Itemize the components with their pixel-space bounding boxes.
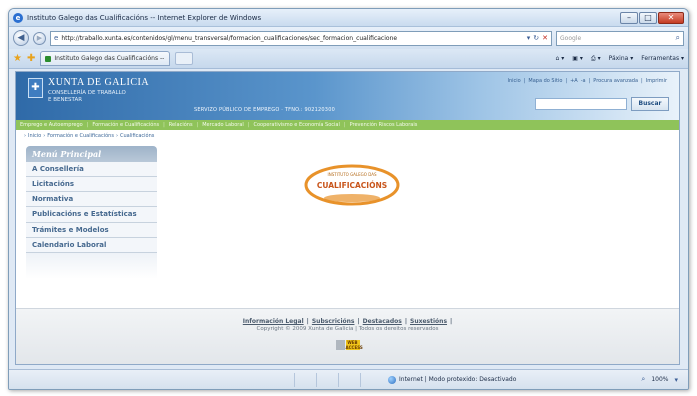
- sidebar-item-publicacions[interactable]: Publicacións e Estatísticas: [26, 207, 157, 223]
- sidebar-menu: Menú Principal A Consellería Licitacións…: [26, 146, 157, 279]
- menu-title: Menú Principal: [26, 146, 157, 162]
- site-search-input[interactable]: [535, 98, 627, 110]
- stop-icon[interactable]: ✕: [542, 34, 548, 42]
- zoom-magnifier-icon: ⌕: [641, 375, 646, 383]
- title-bar: e Instituto Galego das Cualificacións --…: [9, 9, 688, 27]
- accessibility-badge[interactable]: WEB ACCESS: [335, 340, 363, 350]
- nav-item-relacions[interactable]: Relacións: [169, 122, 193, 128]
- nav-item-prevencion[interactable]: Prevención Riscos Laborais: [350, 122, 418, 128]
- status-bar: Internet | Modo protexido: Desactivado ⌕…: [9, 369, 688, 389]
- command-bar: ⌂ ▾ ▣ ▾ ⎙ ▾ Páxina ▾ Ferramentas ▾: [556, 55, 684, 63]
- copyright-text: Copyright © 2009 Xunta de Galicia | Todo…: [256, 326, 439, 332]
- site-footer: Información Legal | Subscricións | Destaca…: [16, 308, 679, 364]
- logo-swoosh: [324, 194, 380, 202]
- zoom-chevron-icon[interactable]: ▾: [674, 376, 678, 384]
- toplink-inicio[interactable]: Inicio: [507, 78, 520, 84]
- minimize-button[interactable]: –: [620, 11, 638, 24]
- servizo-text: SERVIZO PÚBLICO DE EMPREGO · TFNO.: 9021…: [194, 107, 335, 113]
- sidebar-footer: [26, 253, 157, 279]
- sidebar-item-tramites[interactable]: Trámites e Modelos: [26, 223, 157, 238]
- maximize-button[interactable]: □: [639, 11, 657, 24]
- search-icon[interactable]: ⌕: [676, 33, 680, 43]
- internet-explorer-icon: e: [13, 12, 23, 23]
- browser-window: e Instituto Galego das Cualificacións --…: [8, 8, 689, 390]
- tab-active[interactable]: Instituto Galego das Cualificacións --: [40, 51, 171, 66]
- footer-link-suxestions[interactable]: Suxestións: [410, 318, 447, 325]
- print-icon[interactable]: ⎙ ▾: [591, 55, 601, 63]
- main-nav: Emprego e Autoemprego | Formación e Cuali…: [16, 120, 679, 130]
- page-icon: e: [54, 34, 59, 42]
- tools-menu[interactable]: Ferramentas ▾: [641, 55, 684, 63]
- toplink-imprimir[interactable]: Imprimir: [646, 78, 667, 84]
- nav-item-cooperativismo[interactable]: Cooperativismo e Economía Social: [253, 122, 339, 128]
- favorites-star-icon[interactable]: ★: [13, 53, 22, 64]
- feeds-icon[interactable]: ▣ ▾: [572, 55, 583, 63]
- zoom-level: 100%: [651, 376, 669, 383]
- security-zone[interactable]: Internet | Modo protexido: Desactivado: [388, 375, 517, 384]
- breadcrumb: › Inicio › Formación e Cualificacións › Cu…: [24, 133, 155, 139]
- breadcrumb-inicio[interactable]: Inicio: [28, 133, 41, 139]
- xunta-title[interactable]: XUNTA DE GALICIA: [48, 77, 149, 88]
- close-button[interactable]: ✕: [658, 11, 684, 24]
- forward-button[interactable]: ▶: [33, 31, 46, 45]
- search-placeholder: Google: [560, 34, 582, 42]
- search-input[interactable]: Google ⌕: [556, 30, 684, 46]
- nav-item-emprego[interactable]: Emprego e Autoemprego: [20, 122, 83, 128]
- sidebar-item-normativa[interactable]: Normativa: [26, 192, 157, 207]
- nav-item-formacion[interactable]: Formación e Cualificacións: [92, 122, 159, 128]
- sidebar-item-licitacions[interactable]: Licitacións: [26, 177, 157, 192]
- footer-link-subscricions[interactable]: Subscricións: [312, 318, 355, 325]
- home-icon[interactable]: ⌂ ▾: [556, 55, 565, 63]
- footer-links: Información Legal | Subscricións | Destaca…: [242, 318, 453, 325]
- internet-globe-icon: [388, 375, 396, 384]
- toplink-decrease-font[interactable]: -a: [581, 78, 586, 84]
- site-header: ✚ XUNTA DE GALICIA CONSELLERÍA DE TRABAL…: [16, 72, 679, 120]
- breadcrumb-formacion[interactable]: Formación e Cualificacións: [47, 133, 114, 139]
- badge-grey-block: [335, 340, 345, 350]
- xunta-subtitle-line-2: E BENESTAR: [48, 97, 83, 103]
- footer-link-destacados[interactable]: Destacados: [363, 318, 402, 325]
- page-menu[interactable]: Páxina ▾: [609, 55, 634, 63]
- toplink-mapa[interactable]: Mapa do Sitio: [528, 78, 562, 84]
- add-favorites-icon[interactable]: ✚: [27, 53, 35, 64]
- sidebar-item-calendario[interactable]: Calendario Laboral: [26, 238, 157, 253]
- window-controls: – □ ✕: [620, 11, 684, 24]
- refresh-icon[interactable]: ↻: [533, 34, 539, 42]
- xunta-subtitle-line-1: CONSELLERÍA DE TRABALLO: [48, 90, 126, 96]
- tab-label: Instituto Galego das Cualificacións --: [54, 55, 165, 62]
- badge-label: WEB ACCESS: [345, 340, 363, 350]
- nav-item-mercado[interactable]: Mercado Laboral: [202, 122, 244, 128]
- page-content: ✚ XUNTA DE GALICIA CONSELLERÍA DE TRABAL…: [15, 71, 680, 365]
- tab-bar: ★ ✚ Instituto Galego das Cualificacións …: [9, 49, 688, 69]
- dropdown-chevron-icon[interactable]: ▾: [527, 34, 531, 42]
- footer-link-legal[interactable]: Información Legal: [243, 318, 304, 325]
- breadcrumb-current: Cualificacións: [119, 133, 155, 139]
- url-input[interactable]: e http://traballo.xunta.es/contenidos/gl…: [50, 30, 552, 46]
- top-links: Inicio | Mapa do Sitio | +A -a | Procura av…: [507, 78, 667, 84]
- logo-main-text: CUALIFICACIÓNS: [317, 181, 387, 190]
- url-text: http://traballo.xunta.es/contenidos/gl/m…: [61, 34, 398, 42]
- site-favicon-icon: [45, 55, 52, 62]
- sidebar-item-consellaria[interactable]: A Consellería: [26, 162, 157, 177]
- breadcrumb-arrow-icon: ›: [24, 133, 26, 139]
- xunta-shield-icon[interactable]: ✚: [28, 78, 43, 98]
- status-cells: [294, 372, 382, 387]
- zoom-control[interactable]: ⌕ 100% ▾: [641, 375, 678, 384]
- cualificacions-logo[interactable]: INSTITUTO GALEGO DAS CUALIFICACIÓNS: [302, 162, 402, 208]
- window-title: Instituto Galego das Cualificacións -- I…: [27, 13, 262, 22]
- zone-text: Internet | Modo protexido: Desactivado: [399, 376, 517, 383]
- site-search-button[interactable]: Buscar: [631, 97, 669, 111]
- new-tab-button[interactable]: [175, 52, 194, 65]
- toplink-increase-font[interactable]: +A: [570, 78, 578, 84]
- xunta-subtitle: CONSELLERÍA DE TRABALLO E BENESTAR: [48, 90, 126, 104]
- back-button[interactable]: ◀: [13, 30, 29, 46]
- toplink-procura[interactable]: Procura avanzada: [593, 78, 638, 84]
- logo-top-text: INSTITUTO GALEGO DAS: [328, 172, 377, 177]
- address-bar: ◀ ▶ e http://traballo.xunta.es/contenido…: [9, 27, 688, 49]
